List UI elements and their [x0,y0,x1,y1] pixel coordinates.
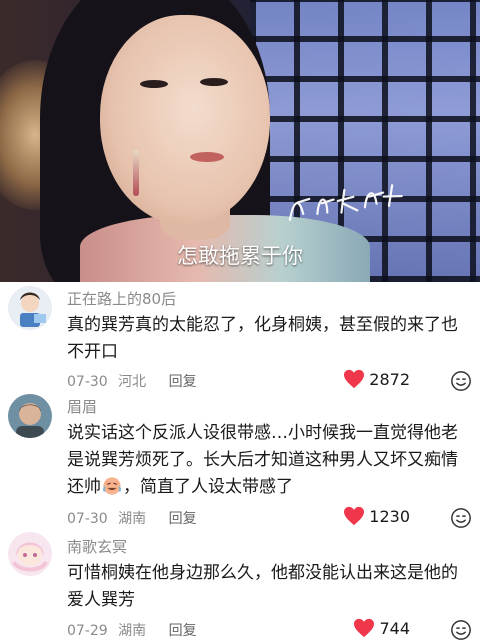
heart-icon [354,618,375,638]
smiley-reaction-icon[interactable] [450,507,472,529]
comment-text: 可惜桐姨在他身边那么久，他都没能认出来这是他的爱人巽芳 [67,563,458,610]
comment-meta: 07-30 河北 回复 [67,371,203,391]
heart-icon [344,369,365,389]
like-count: 744 [379,618,410,638]
character-eye-left [140,80,168,88]
smiley-reaction-icon[interactable] [450,619,472,640]
video-frame[interactable]: 怎敢拖累于你 [0,0,480,282]
comment-text: 说实话这个反派人设很带感…小时候我一直觉得他老是说巽芳烦死了。长大后才知道这种男… [67,420,472,501]
like-count: 1230 [369,506,410,526]
photo-avatar-icon [8,394,52,438]
comment-text-part: ，简直了人设太带感了 [123,477,293,497]
smiley-reaction-icon[interactable] [450,370,472,392]
comment-username[interactable]: 南歌玄冥 [67,536,127,557]
avatar[interactable] [8,286,52,330]
character-lips [190,152,224,162]
avatar[interactable] [8,394,52,438]
comment-date: 07-29 [67,623,108,639]
reply-button[interactable]: 回复 [169,511,197,527]
comment-username[interactable]: 眉眉 [67,396,97,417]
like-button[interactable]: 2872 [343,369,410,389]
character-earring [133,150,139,196]
comment-meta: 07-30 湖南 回复 [67,508,203,528]
comment-location: 湖南 [118,623,147,639]
reply-button[interactable]: 回复 [169,374,197,390]
anime-avatar-icon [8,532,52,576]
comment-meta: 07-29 湖南 回复 [67,620,203,640]
comment-date: 07-30 [67,374,108,390]
like-count: 2872 [369,369,410,389]
comment-location: 湖南 [118,511,147,527]
like-button[interactable]: 1230 [343,506,410,526]
cartoon-avatar-icon [8,286,52,330]
character-eye-right [200,78,228,86]
laughing-crying-emoji-icon [103,477,121,495]
avatar[interactable] [8,532,52,576]
reply-button[interactable]: 回复 [169,623,197,639]
video-subtitle: 怎敢拖累于你 [177,244,303,268]
heart-icon [344,506,365,526]
like-button[interactable]: 744 [353,618,410,638]
character-face [100,15,270,225]
comment-list: 正在路上的80后 真的巽芳真的太能忍了，化身桐姨，甚至假的来了也不开口 07-3… [0,282,480,640]
comment-text: 真的巽芳真的太能忍了，化身桐姨，甚至假的来了也不开口 [67,315,458,362]
comment-date: 07-30 [67,511,108,527]
comment-username[interactable]: 正在路上的80后 [67,288,176,309]
comment-location: 河北 [118,374,147,390]
